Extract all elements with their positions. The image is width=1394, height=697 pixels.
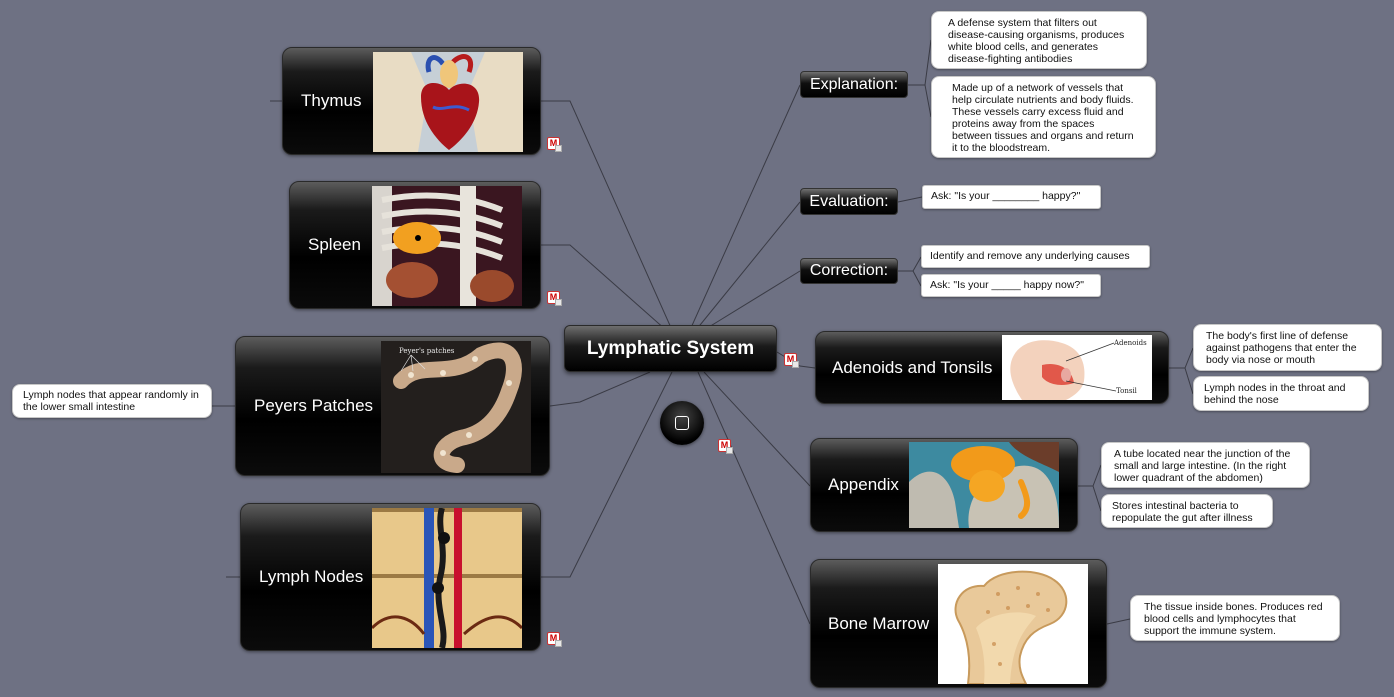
adenoids-note-1: The body's first line of defense against… — [1193, 324, 1382, 371]
correction-note-2: Ask: "Is your _____ happy now?" — [921, 274, 1101, 297]
appendix-image — [909, 442, 1059, 528]
topic-label: Adenoids and Tonsils — [832, 357, 993, 377]
adenoids-tonsils-image: Adenoids Tonsil — [1002, 335, 1152, 400]
topic-lymph-nodes[interactable]: Lymph Nodes — [240, 503, 541, 651]
topic-bone-marrow[interactable]: Bone Marrow — [810, 559, 1107, 688]
adenoids-note-2: Lymph nodes in the throat and behind the… — [1193, 376, 1369, 411]
peyers-patches-image: Peyer's patches — [381, 341, 531, 473]
topic-label: Appendix — [828, 475, 899, 494]
peyers-patches-note: Lymph nodes that appear randomly in the … — [12, 384, 212, 418]
correction-note-1: Identify and remove any underlying cause… — [921, 245, 1150, 268]
square-toggle-icon[interactable] — [660, 401, 704, 445]
spleen-image — [372, 186, 522, 306]
topic-label: Spleen — [308, 235, 361, 254]
topic-peyers-patches[interactable]: Peyers Patches Peyer's patches — [235, 336, 550, 476]
category-evaluation[interactable]: Evaluation: — [800, 188, 898, 215]
topic-appendix[interactable]: Appendix — [810, 438, 1078, 532]
tonsil-label: Tonsil — [1116, 387, 1138, 395]
thymus-image — [373, 52, 523, 152]
evaluation-note: Ask: "Is your ________ happy?" — [922, 185, 1101, 209]
mindmap-note-icon[interactable]: M — [784, 353, 799, 368]
appendix-note-2: Stores intestinal bacteria to repopulate… — [1101, 494, 1273, 528]
adenoids-label: Adenoids — [1113, 339, 1147, 347]
explanation-note-2: Made up of a network of vessels that hel… — [931, 76, 1156, 158]
topic-adenoids-tonsils[interactable]: Adenoids and Tonsils Adenoids Tonsil — [815, 331, 1169, 404]
category-explanation[interactable]: Explanation: — [800, 71, 908, 98]
mindmap-note-icon[interactable]: M — [547, 632, 562, 647]
topic-spleen[interactable]: Spleen — [289, 181, 541, 309]
bone-marrow-note: The tissue inside bones. Produces red bl… — [1130, 595, 1340, 641]
central-topic[interactable]: Lymphatic System — [564, 325, 777, 372]
topic-label: Peyers Patches — [254, 396, 374, 415]
topic-label: Bone Marrow — [828, 613, 930, 633]
topic-thymus[interactable]: Thymus — [282, 47, 541, 155]
category-correction[interactable]: Correction: — [800, 258, 898, 284]
bone-marrow-image — [938, 564, 1088, 684]
square-icon — [675, 416, 689, 430]
mindmap-note-icon[interactable]: M — [718, 439, 733, 454]
peyers-caption: Peyer's patches — [399, 347, 455, 355]
mindmap-note-icon[interactable]: M — [547, 137, 562, 152]
explanation-note-1: A defense system that filters out diseas… — [931, 11, 1147, 69]
appendix-note-1: A tube located near the junction of the … — [1101, 442, 1310, 488]
mindmap-note-icon[interactable]: M — [547, 291, 562, 306]
topic-label: Thymus — [301, 91, 362, 110]
topic-label: Lymph Nodes — [259, 567, 364, 586]
lymph-nodes-image — [372, 508, 522, 648]
